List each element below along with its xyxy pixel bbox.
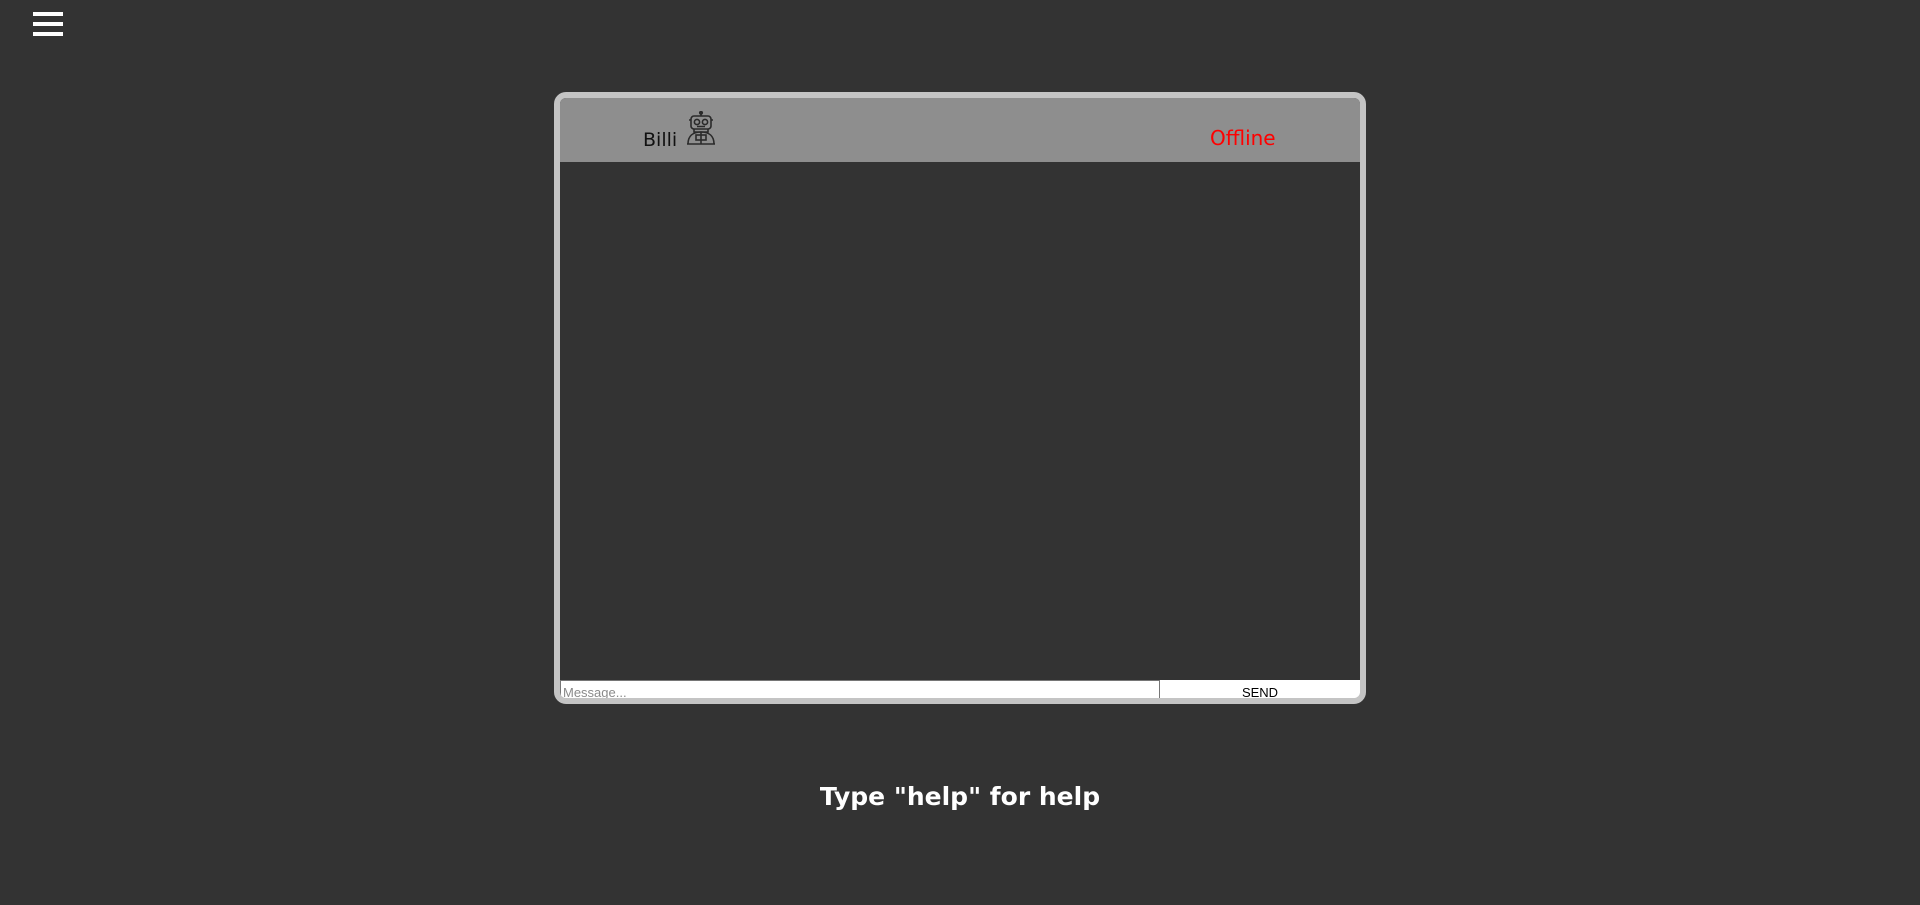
help-text: Type "help" for help xyxy=(819,782,1101,811)
hamburger-menu-icon xyxy=(33,12,63,16)
message-composer: SEND xyxy=(560,680,1360,698)
robot-icon xyxy=(687,111,715,145)
bot-name: Billi xyxy=(643,129,678,151)
send-button[interactable]: SEND xyxy=(1160,680,1360,698)
status-text: Offline xyxy=(1210,126,1276,150)
menu-button[interactable] xyxy=(33,10,63,38)
message-input[interactable] xyxy=(560,680,1160,698)
messages-area[interactable] xyxy=(560,162,1360,672)
chat-window: Billi Offline SEND xyxy=(554,92,1366,704)
chat-header: Billi Offline xyxy=(560,98,1360,162)
